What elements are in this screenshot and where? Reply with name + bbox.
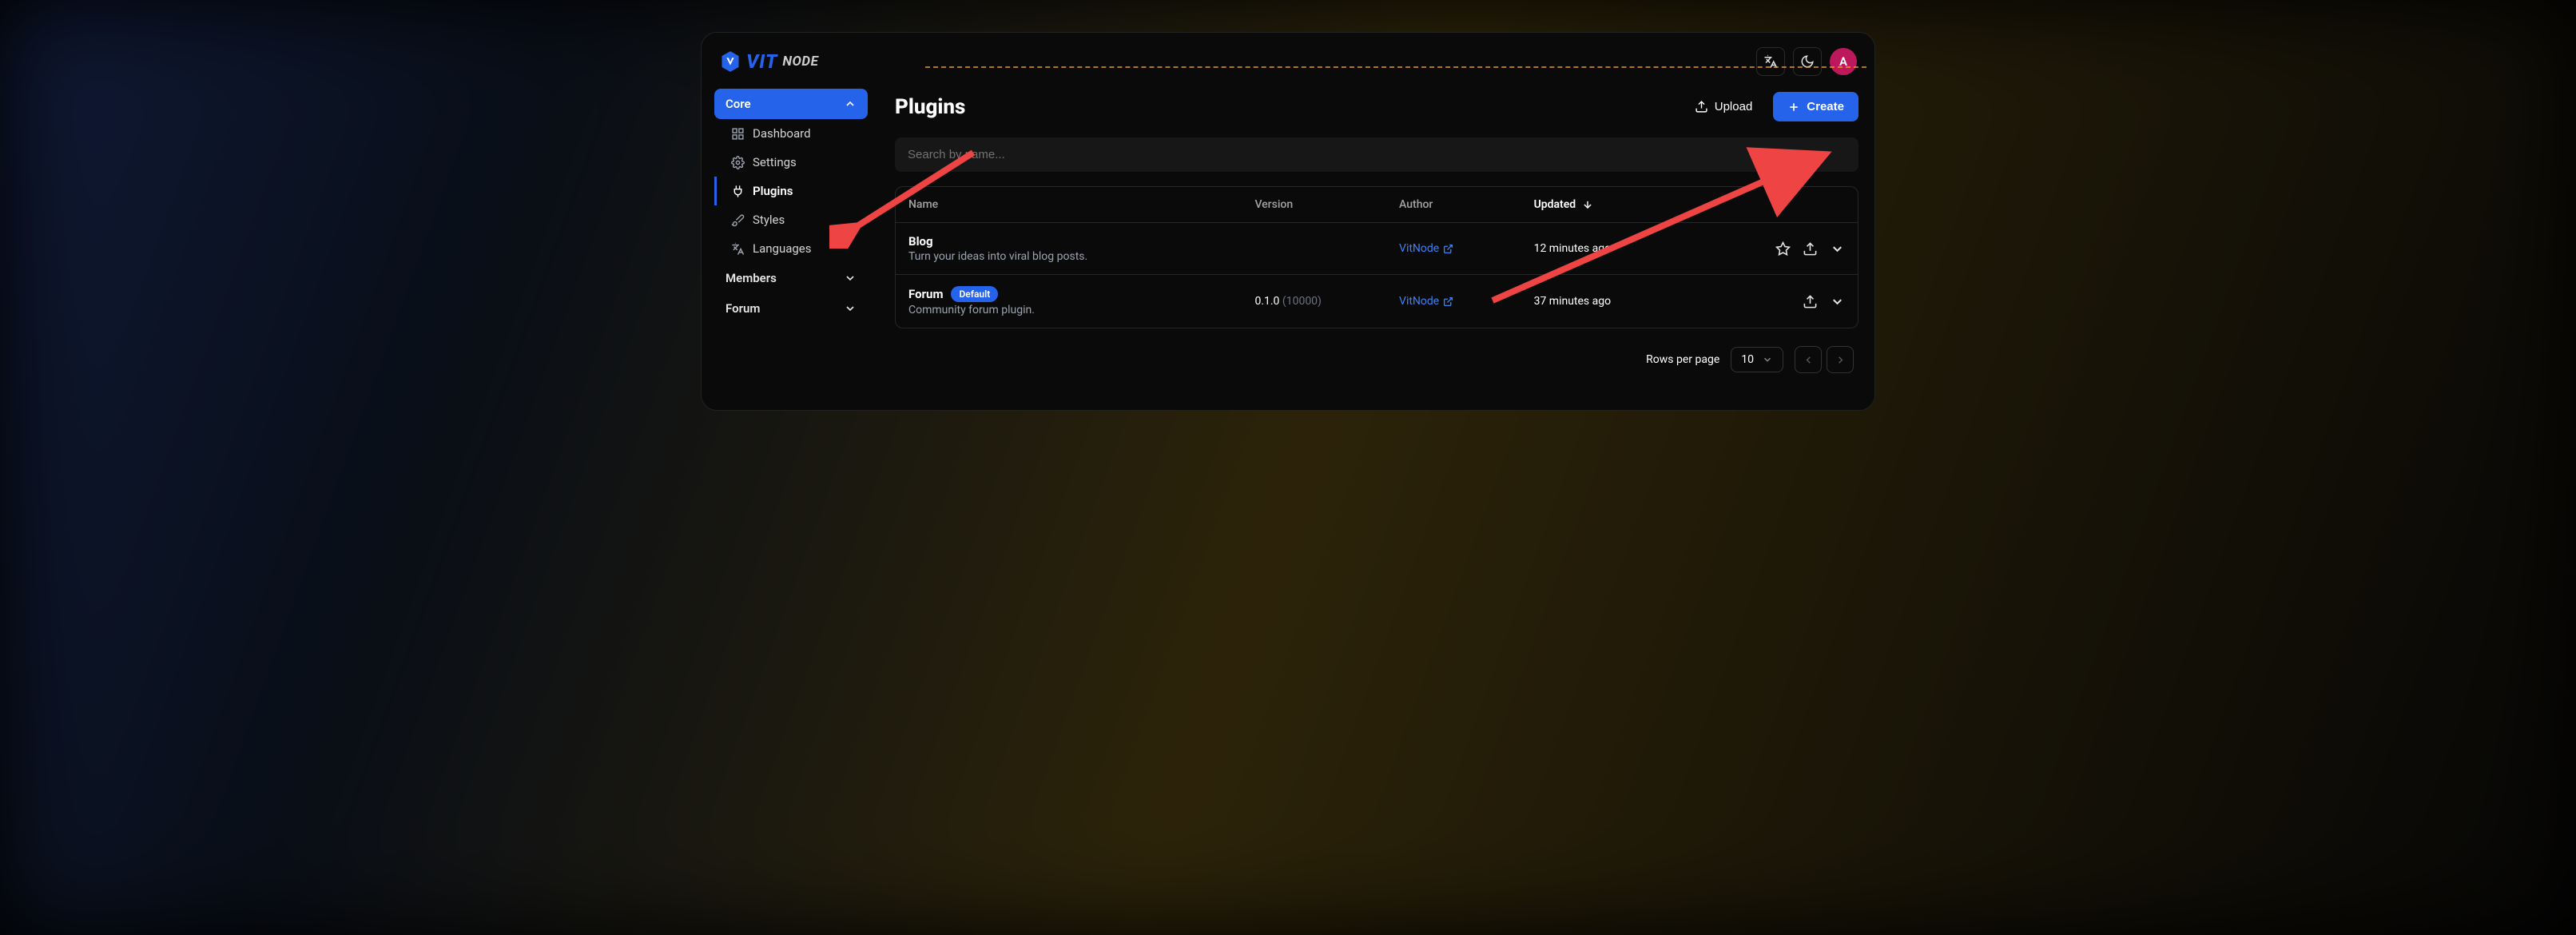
author-name: VitNode: [1399, 295, 1439, 308]
more-action[interactable]: [1829, 293, 1845, 309]
upload-action[interactable]: [1802, 293, 1818, 309]
theme-toggle-button[interactable]: [1793, 47, 1822, 76]
column-updated[interactable]: Updated: [1521, 187, 1714, 223]
create-button-label: Create: [1807, 100, 1844, 113]
plugin-name: Blog: [908, 234, 933, 249]
column-author: Author: [1386, 187, 1521, 223]
chevron-down-icon: [844, 272, 857, 284]
sidebar-item-plugins[interactable]: Plugins: [714, 177, 868, 205]
page-title: Plugins: [895, 95, 965, 119]
sidebar-item-languages[interactable]: Languages: [714, 234, 868, 263]
sidebar-item-styles[interactable]: Styles: [714, 205, 868, 234]
plugin-description: Turn your ideas into viral blog posts.: [908, 250, 1229, 263]
logo-icon: [719, 50, 741, 73]
sidebar-item-label: Plugins: [753, 184, 793, 198]
plugin-version-extra: (10000): [1282, 295, 1322, 308]
chevron-down-icon: [844, 302, 857, 315]
brush-icon: [731, 213, 745, 227]
chevron-up-icon: [844, 97, 857, 110]
translate-button[interactable]: [1756, 47, 1785, 76]
author-name: VitNode: [1399, 242, 1439, 255]
sidebar-item-label: Styles: [753, 213, 785, 227]
sidebar-group-forum[interactable]: Forum: [714, 293, 868, 324]
sidebar-item-label: Settings: [753, 155, 797, 169]
column-name: Name: [896, 187, 1242, 223]
sidebar-item-label: Languages: [753, 241, 812, 256]
upload-action[interactable]: [1802, 241, 1818, 257]
rows-per-page-label: Rows per page: [1646, 353, 1719, 366]
upload-button[interactable]: Upload: [1684, 93, 1764, 121]
create-button[interactable]: Create: [1773, 92, 1858, 121]
translate-icon: [731, 242, 745, 256]
brand-primary: VIT: [746, 50, 777, 73]
search-input[interactable]: [895, 137, 1858, 172]
rows-per-page-select[interactable]: 10: [1731, 347, 1783, 372]
star-action[interactable]: [1775, 241, 1791, 257]
plug-icon: [731, 185, 745, 198]
author-link[interactable]: VitNode: [1399, 242, 1453, 255]
sidebar-item-dashboard[interactable]: Dashboard: [714, 119, 868, 148]
external-link-icon: [1443, 244, 1453, 254]
sort-down-icon: [1582, 199, 1593, 210]
brand-secondary: NODE: [782, 54, 818, 70]
avatar[interactable]: A: [1830, 48, 1857, 75]
default-badge: Default: [951, 286, 998, 302]
plugin-version: 0.1.0: [1254, 295, 1279, 308]
sidebar-group-label: Members: [725, 271, 777, 285]
dashboard-icon: [731, 127, 745, 141]
next-page-button[interactable]: [1827, 346, 1854, 373]
sidebar-group-core[interactable]: Core: [714, 89, 868, 119]
plugin-name: Forum: [908, 287, 943, 301]
sidebar-group-label: Forum: [725, 301, 760, 316]
rows-per-page-value: 10: [1741, 353, 1754, 366]
sidebar-group-label: Core: [725, 97, 751, 111]
more-action[interactable]: [1829, 241, 1845, 257]
table-row[interactable]: Forum Default Community forum plugin. 0.…: [896, 275, 1858, 328]
plugins-table: Name Version Author Updated: [896, 187, 1858, 328]
plugin-description: Community forum plugin.: [908, 304, 1229, 316]
sidebar-group-members[interactable]: Members: [714, 263, 868, 293]
plugin-updated: 37 minutes ago: [1534, 295, 1612, 308]
chevron-down-icon: [1762, 354, 1773, 365]
sidebar-item-settings[interactable]: Settings: [714, 148, 868, 177]
prev-page-button[interactable]: [1795, 346, 1822, 373]
avatar-letter: A: [1839, 54, 1847, 69]
author-link[interactable]: VitNode: [1399, 295, 1453, 308]
external-link-icon: [1443, 296, 1453, 307]
brand-logo: VIT NODE: [719, 50, 818, 73]
column-version: Version: [1242, 187, 1386, 223]
sidebar-item-label: Dashboard: [753, 126, 811, 141]
sidebar: Core Dashboard Settings Plugins Styles: [711, 82, 871, 378]
plugin-updated: 12 minutes ago: [1534, 242, 1612, 255]
table-row[interactable]: Blog Turn your ideas into viral blog pos…: [896, 223, 1858, 275]
column-updated-label: Updated: [1534, 198, 1576, 211]
upload-button-label: Upload: [1715, 100, 1753, 113]
settings-icon: [731, 156, 745, 169]
